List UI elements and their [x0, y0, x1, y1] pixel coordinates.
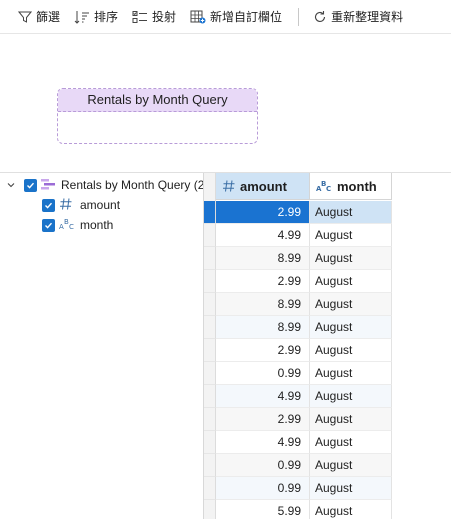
amount-cell[interactable]: 2.99	[216, 408, 310, 431]
filter-button[interactable]: 篩選	[18, 5, 60, 29]
amount-cell[interactable]: 8.99	[216, 316, 310, 339]
query-icon	[40, 177, 56, 194]
amount-cell[interactable]: 4.99	[216, 224, 310, 247]
add-column-icon	[190, 10, 206, 23]
amount-cell[interactable]: 4.99	[216, 431, 310, 454]
row-header-cell[interactable]	[204, 454, 216, 477]
table-row[interactable]: 4.99 August	[204, 224, 392, 247]
amount-cell[interactable]: 8.99	[216, 247, 310, 270]
month-cell[interactable]: August	[310, 500, 392, 519]
tree-root-label: Rentals by Month Query (2	[61, 178, 203, 192]
amount-cell[interactable]: 4.99	[216, 385, 310, 408]
month-cell[interactable]: August	[310, 316, 392, 339]
add-column-label: 新增自訂欄位	[210, 10, 283, 24]
text-type-icon: ABC	[316, 180, 331, 193]
table-row[interactable]: 2.99 August	[204, 339, 392, 362]
row-header-cell[interactable]	[204, 385, 216, 408]
table-row[interactable]: 0.99 August	[204, 477, 392, 500]
chevron-down-icon[interactable]	[4, 178, 18, 192]
project-button[interactable]: 投射	[132, 5, 176, 29]
refresh-data-button[interactable]: 重新整理資料	[313, 5, 403, 29]
row-header-cell[interactable]	[204, 431, 216, 454]
amount-checkbox[interactable]	[42, 198, 55, 212]
project-label: 投射	[152, 10, 177, 24]
svg-text:C: C	[69, 223, 74, 231]
month-checkbox[interactable]	[42, 218, 55, 232]
table-row[interactable]: 2.99 August	[204, 201, 392, 224]
svg-text:C: C	[326, 185, 331, 193]
sort-label: 排序	[94, 10, 119, 24]
refresh-label: 重新整理資料	[331, 10, 404, 24]
amount-cell[interactable]: 2.99	[216, 201, 310, 224]
column-header-label: amount	[240, 178, 287, 194]
table-row[interactable]: 0.99 August	[204, 362, 392, 385]
query-canvas[interactable]: Rentals by Month Query	[0, 34, 451, 172]
field-tree: Rentals by Month Query (2 amount ABC mon…	[0, 173, 203, 519]
month-cell[interactable]: August	[310, 477, 392, 500]
month-cell[interactable]: August	[310, 247, 392, 270]
sort-button[interactable]: 排序	[74, 5, 118, 29]
results-grid[interactable]: amount ABC month 2.99 August 4.99 August 8.9…	[204, 173, 451, 519]
number-icon	[59, 197, 73, 214]
month-cell[interactable]: August	[310, 362, 392, 385]
amount-cell[interactable]: 8.99	[216, 293, 310, 316]
table-row[interactable]: 5.99 August	[204, 500, 392, 519]
amount-cell[interactable]: 0.99	[216, 477, 310, 500]
row-header-cell[interactable]	[204, 408, 216, 431]
table-row[interactable]: 8.99 August	[204, 316, 392, 339]
month-cell[interactable]: August	[310, 201, 392, 224]
table-row[interactable]: 2.99 August	[204, 270, 392, 293]
month-cell[interactable]: August	[310, 224, 392, 247]
amount-cell[interactable]: 5.99	[216, 500, 310, 519]
month-cell[interactable]: August	[310, 385, 392, 408]
project-icon	[132, 10, 148, 23]
text-type-icon: ABC	[59, 217, 76, 234]
month-cell[interactable]: August	[310, 408, 392, 431]
tree-field-label: month	[80, 218, 114, 232]
toolbar-separator	[298, 7, 300, 26]
amount-cell[interactable]: 0.99	[216, 454, 310, 477]
filter-label: 篩選	[36, 10, 61, 24]
amount-cell[interactable]: 2.99	[216, 270, 310, 293]
row-header-cell[interactable]	[204, 293, 216, 316]
query-node-title: Rentals by Month Query	[58, 89, 257, 112]
tree-field-label: amount	[80, 198, 121, 212]
tree-field-month[interactable]: ABC month	[42, 215, 113, 235]
filter-icon	[18, 11, 32, 23]
tree-root-row[interactable]: Rentals by Month Query (2	[4, 175, 203, 195]
column-header-label: month	[337, 178, 377, 194]
table-row[interactable]: 2.99 August	[204, 408, 392, 431]
row-header-cell[interactable]	[204, 270, 216, 293]
month-cell[interactable]: August	[310, 270, 392, 293]
row-header-cell[interactable]	[204, 224, 216, 247]
add-custom-column-button[interactable]: 新增自訂欄位	[190, 5, 282, 29]
table-row[interactable]: 8.99 August	[204, 293, 392, 316]
month-cell[interactable]: August	[310, 293, 392, 316]
row-header-cell[interactable]	[204, 201, 216, 224]
amount-cell[interactable]: 2.99	[216, 339, 310, 362]
root-checkbox[interactable]	[24, 178, 37, 192]
number-icon	[223, 180, 235, 192]
row-header-cell[interactable]	[204, 339, 216, 362]
table-row[interactable]: 4.99 August	[204, 431, 392, 454]
month-cell[interactable]: August	[310, 339, 392, 362]
amount-cell[interactable]: 0.99	[216, 362, 310, 385]
row-header-cell[interactable]	[204, 477, 216, 500]
column-header-month[interactable]: ABC month	[310, 173, 392, 200]
table-row[interactable]: 0.99 August	[204, 454, 392, 477]
table-row[interactable]: 4.99 August	[204, 385, 392, 408]
row-header-cell[interactable]	[204, 247, 216, 270]
row-header-cell[interactable]	[204, 316, 216, 339]
column-header-amount[interactable]: amount	[216, 173, 310, 200]
table-row[interactable]: 8.99 August	[204, 247, 392, 270]
row-header-cell[interactable]	[204, 362, 216, 385]
row-header-cell[interactable]	[204, 500, 216, 519]
toolbar: 篩選 排序 投射 新增自訂欄位 重新整理資料	[0, 0, 451, 34]
month-cell[interactable]: August	[310, 431, 392, 454]
sort-icon	[74, 10, 90, 24]
refresh-icon	[315, 10, 326, 22]
month-cell[interactable]: August	[310, 454, 392, 477]
tree-field-amount[interactable]: amount	[42, 195, 120, 215]
query-node[interactable]: Rentals by Month Query	[57, 88, 258, 144]
